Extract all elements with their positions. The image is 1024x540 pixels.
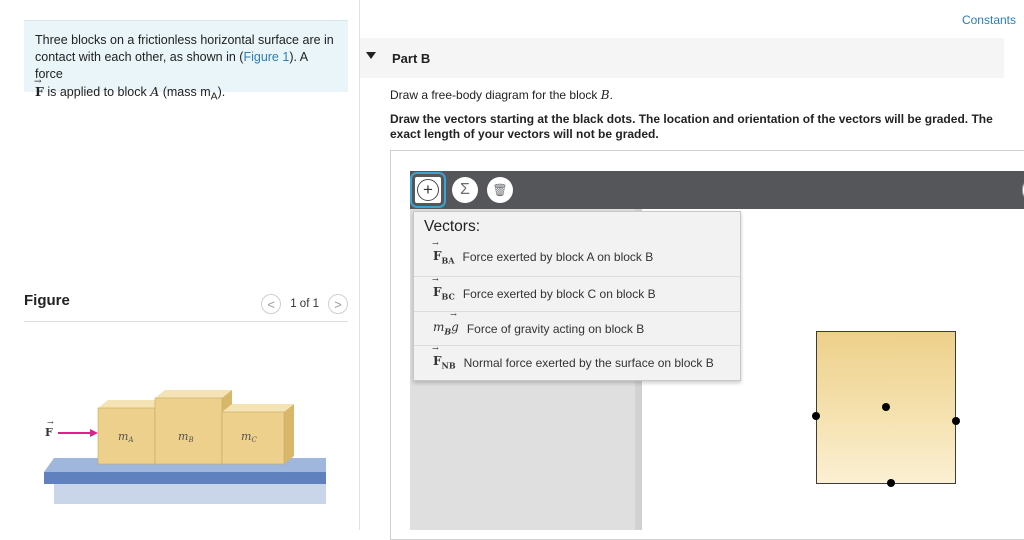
prompt-text: Draw a free-body diagram for the block: [390, 88, 601, 102]
mass-end: ).: [217, 85, 226, 99]
left-panel: Three blocks on a frictionless horizonta…: [0, 0, 360, 530]
prompt-suffix: .: [609, 88, 613, 102]
add-vector-button[interactable]: +: [410, 172, 446, 208]
delete-button[interactable]: 🗑: [487, 177, 513, 203]
problem-intro: Three blocks on a frictionless horizonta…: [24, 20, 348, 103]
question-prompt: Draw a free-body diagram for the block B…: [390, 88, 613, 102]
vector-item-fnb[interactable]: FNB Normal force exerted by the surface …: [414, 345, 740, 379]
figure-link[interactable]: Figure 1: [243, 50, 289, 64]
drawing-toolbar: + Σ 🗑: [410, 171, 1024, 209]
block-c-side: [284, 404, 294, 464]
vector-symbol: FNB: [433, 354, 456, 370]
figure-force-label: F: [45, 426, 53, 439]
table-side: [54, 484, 326, 504]
vector-label: Normal force exerted by the surface on b…: [463, 355, 714, 370]
force-symbol: F: [35, 84, 44, 99]
sigma-icon: Σ: [460, 181, 470, 198]
part-label: Part B: [392, 51, 431, 66]
vector-label: Force exerted by block C on block B: [462, 286, 656, 301]
right-anchor-dot[interactable]: [952, 417, 960, 425]
vectors-menu: Vectors: FBA Force exerted by block A on…: [413, 211, 741, 381]
caret-down-icon: [366, 52, 376, 59]
figure-force-arrow-glyph: →: [47, 418, 54, 427]
vector-label: Force exerted by block A on block B: [462, 250, 654, 264]
vector-symbol: FBC: [433, 285, 455, 301]
prompt-block-var: B: [600, 88, 610, 102]
panel-divider: [359, 0, 360, 530]
plus-icon: +: [417, 179, 439, 201]
force-arrow-head: [90, 429, 98, 437]
vector-item-gravity[interactable]: mBg Force of gravity acting on block B: [414, 311, 740, 345]
bottom-anchor-dot[interactable]: [887, 479, 895, 487]
figure-header: Figure < 1 of 1 >: [24, 292, 348, 322]
vectors-menu-title: Vectors:: [424, 218, 480, 235]
trash-icon: 🗑: [492, 183, 508, 197]
part-header[interactable]: Part B: [360, 38, 1004, 78]
pager-text: 1 of 1: [290, 298, 319, 310]
mass-text: (mass m: [159, 85, 211, 99]
intro-line1: Three blocks on a frictionless horizonta…: [35, 33, 334, 47]
sum-vector-button[interactable]: Σ: [452, 177, 478, 203]
vector-item-fba[interactable]: FBA Force exerted by block A on block B: [414, 240, 740, 274]
center-anchor-dot[interactable]: [882, 403, 890, 411]
block-c-top: [222, 404, 294, 412]
figure-pager: < 1 of 1 >: [261, 292, 348, 316]
block-b: [154, 397, 223, 465]
figure-title: Figure: [24, 292, 70, 309]
table-front: [44, 472, 326, 484]
vector-item-fbc[interactable]: FBC Force exerted by block C on block B: [414, 276, 740, 310]
three-blocks-figure: F → mA mB mC: [44, 390, 326, 504]
intro-line3: is applied to block: [43, 85, 151, 99]
question-instructions: Draw the vectors starting at the black d…: [390, 112, 993, 141]
chevron-left-icon: <: [267, 296, 276, 312]
constants-link[interactable]: Constants: [962, 13, 1016, 27]
vector-symbol: FBA: [433, 249, 455, 265]
next-figure-button[interactable]: >: [328, 294, 348, 314]
vector-label: Force of gravity acting on block B: [466, 321, 645, 336]
block-letter: A: [150, 84, 160, 99]
block-b-top: [155, 390, 232, 398]
prev-figure-button[interactable]: <: [261, 294, 282, 314]
vector-symbol: mBg: [433, 320, 459, 336]
chevron-right-icon: >: [334, 296, 342, 312]
intro-line2-prefix: contact with each other, as shown in (: [35, 50, 244, 64]
left-anchor-dot[interactable]: [812, 412, 820, 420]
mass-sub: A: [210, 91, 218, 103]
